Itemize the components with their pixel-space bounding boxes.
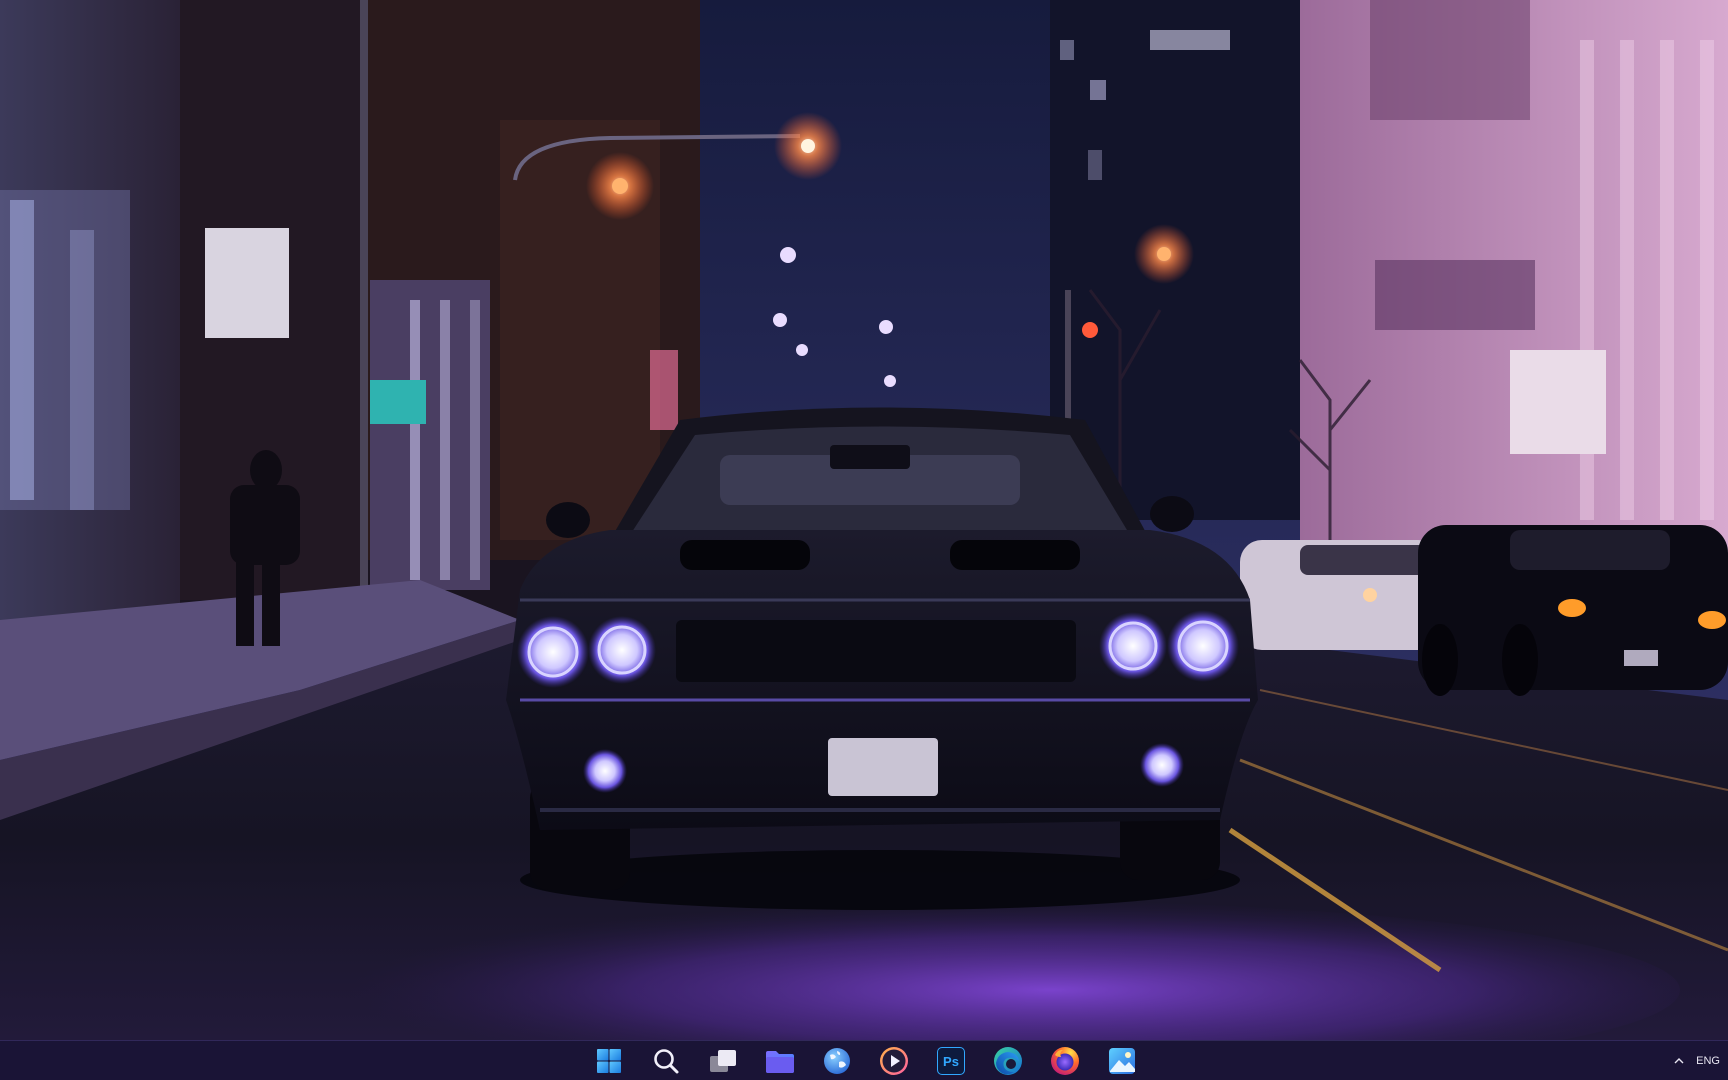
search-button[interactable] — [643, 1041, 689, 1080]
play-icon — [878, 1045, 910, 1077]
globe-icon — [822, 1046, 852, 1076]
photos-button[interactable] — [1099, 1041, 1145, 1080]
taskbar-app-group: Ps — [586, 1041, 1145, 1080]
task-view-icon — [708, 1047, 738, 1075]
photoshop-icon: Ps — [937, 1047, 965, 1075]
chevron-up-icon[interactable] — [1672, 1054, 1686, 1068]
file-explorer-button[interactable] — [757, 1041, 803, 1080]
photoshop-label: Ps — [943, 1053, 959, 1069]
folder-icon — [764, 1047, 796, 1075]
desktop: Ps ENG — [0, 0, 1728, 1080]
windows-logo-icon — [596, 1048, 622, 1074]
browser-globe-button[interactable] — [814, 1041, 860, 1080]
system-tray: ENG — [1672, 1041, 1720, 1080]
edge-icon — [992, 1045, 1024, 1077]
photoshop-button[interactable]: Ps — [928, 1041, 974, 1080]
edge-button[interactable] — [985, 1041, 1031, 1080]
photos-icon — [1107, 1046, 1137, 1076]
desktop-wallpaper — [0, 0, 1728, 1040]
firefox-icon — [1049, 1045, 1081, 1077]
start-button[interactable] — [586, 1041, 632, 1080]
media-player-button[interactable] — [871, 1041, 917, 1080]
firefox-button[interactable] — [1042, 1041, 1088, 1080]
task-view-button[interactable] — [700, 1041, 746, 1080]
search-icon — [652, 1047, 680, 1075]
taskbar: Ps ENG — [0, 1040, 1728, 1080]
language-indicator[interactable]: ENG — [1696, 1055, 1720, 1067]
